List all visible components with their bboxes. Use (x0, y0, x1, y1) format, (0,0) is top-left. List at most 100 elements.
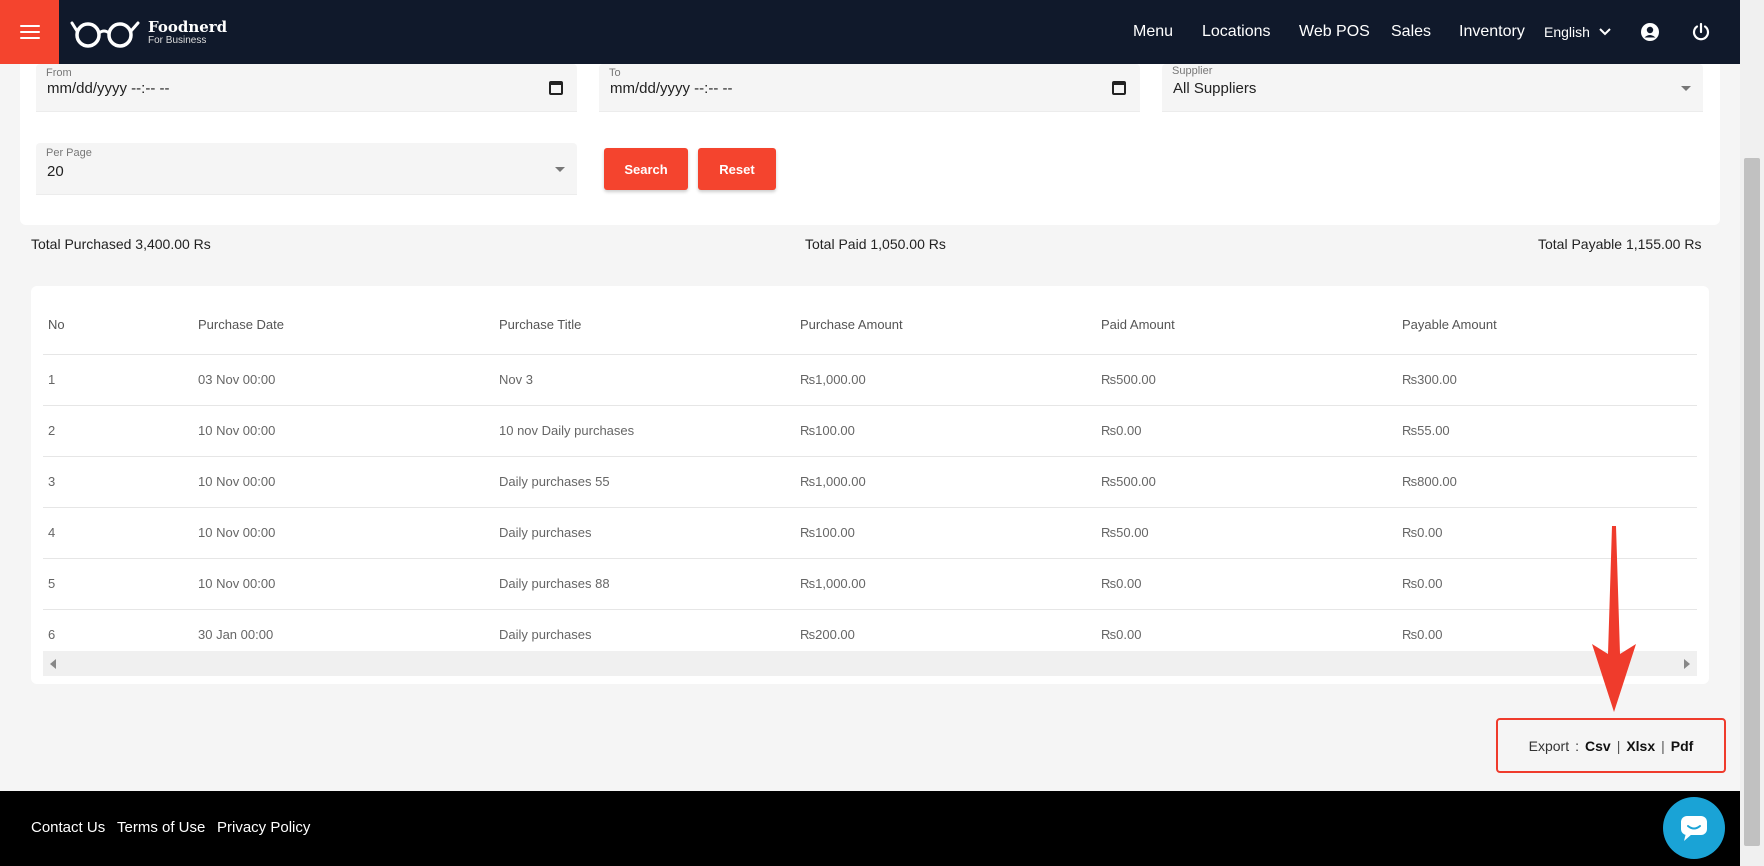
col-paid-amount: Paid Amount (1096, 296, 1397, 355)
table-header-row: No Purchase Date Purchase Title Purchase… (43, 296, 1697, 355)
logout-button[interactable] (1689, 20, 1713, 44)
per-page-value: 20 (47, 163, 64, 180)
export-separator: | (1616, 737, 1621, 754)
cell-purchase-amount: ₨1,000.00 (795, 456, 1096, 508)
nav-web-pos[interactable]: Web POS (1299, 23, 1370, 41)
scrollbar-thumb[interactable] (1744, 158, 1760, 846)
export-bar: Export : Csv | Xlsx | Pdf (1496, 718, 1726, 773)
export-label: Export (1528, 737, 1570, 754)
to-date-field[interactable]: To mm/dd/yyyy --:-- -- (599, 64, 1140, 112)
language-selector[interactable]: English (1544, 0, 1612, 64)
cell-no: 1 (43, 354, 193, 406)
cell-purchase-amount: ₨1,000.00 (795, 558, 1096, 610)
from-value: mm/dd/yyyy --:-- -- (47, 80, 170, 97)
footer-contact-link[interactable]: Contact Us (31, 819, 105, 836)
export-colon: : (1575, 737, 1579, 754)
table-row: 2 10 Nov 00:00 10 nov Daily purchases ₨1… (43, 405, 1697, 457)
supplier-label: Supplier (1172, 65, 1213, 77)
logo-name: Foodnerd (148, 18, 228, 36)
language-label: English (1544, 24, 1590, 40)
scroll-left-icon[interactable] (50, 659, 56, 669)
cell-paid-amount: ₨0.00 (1096, 558, 1397, 610)
cell-date: 10 Nov 00:00 (193, 558, 494, 610)
cell-date: 10 Nov 00:00 (193, 507, 494, 559)
cell-paid-amount: ₨50.00 (1096, 507, 1397, 559)
brand-logo[interactable]: Foodnerd For Business (70, 18, 227, 48)
cell-purchase-amount: ₨100.00 (795, 507, 1096, 559)
nav-locations[interactable]: Locations (1202, 23, 1271, 41)
cell-title: Nov 3 (494, 354, 795, 406)
cell-payable-amount: ₨55.00 (1397, 405, 1697, 457)
footer-privacy-link[interactable]: Privacy Policy (217, 819, 310, 836)
table-row: 4 10 Nov 00:00 Daily purchases ₨100.00 ₨… (43, 507, 1697, 559)
total-payable: Total Payable 1,155.00 Rs (1538, 236, 1702, 252)
footer: Contact Us Terms of Use Privacy Policy (0, 791, 1740, 866)
from-label: From (46, 67, 72, 79)
cell-no: 4 (43, 507, 193, 559)
cell-paid-amount: ₨500.00 (1096, 354, 1397, 406)
from-date-field[interactable]: From mm/dd/yyyy --:-- -- (36, 64, 577, 112)
horizontal-scrollbar[interactable] (43, 651, 1697, 676)
logo-subtitle: For Business (148, 35, 207, 46)
per-page-label: Per Page (46, 147, 92, 159)
cell-purchase-amount: ₨100.00 (795, 405, 1096, 457)
footer-terms-link[interactable]: Terms of Use (117, 819, 205, 836)
cell-title: Daily purchases (494, 507, 795, 559)
col-no: No (43, 296, 193, 355)
hamburger-menu-button[interactable] (0, 0, 59, 64)
caret-down-icon (555, 167, 565, 172)
cell-title: 10 nov Daily purchases (494, 405, 795, 457)
chat-bubble-icon (1681, 816, 1707, 841)
table-row: 3 10 Nov 00:00 Daily purchases 55 ₨1,000… (43, 456, 1697, 508)
cell-no: 3 (43, 456, 193, 508)
total-paid: Total Paid 1,050.00 Rs (805, 236, 946, 252)
cell-no: 5 (43, 558, 193, 610)
total-purchased: Total Purchased 3,400.00 Rs (31, 236, 211, 252)
top-navbar: Foodnerd For Business Menu Locations Web… (0, 0, 1764, 64)
to-value: mm/dd/yyyy --:-- -- (610, 80, 733, 97)
chat-button[interactable] (1663, 797, 1725, 859)
purchases-table-card: No Purchase Date Purchase Title Purchase… (31, 286, 1709, 684)
filter-card: From mm/dd/yyyy --:-- -- To mm/dd/yyyy -… (20, 64, 1720, 225)
nav-sales[interactable]: Sales (1391, 23, 1431, 41)
cell-payable-amount: ₨800.00 (1397, 456, 1697, 508)
glasses-icon (70, 21, 140, 48)
col-purchase-title: Purchase Title (494, 296, 795, 355)
cell-title: Daily purchases 55 (494, 456, 795, 508)
col-purchase-amount: Purchase Amount (795, 296, 1096, 355)
account-button[interactable] (1638, 20, 1662, 44)
purchases-table: No Purchase Date Purchase Title Purchase… (43, 296, 1697, 660)
table-row: 5 10 Nov 00:00 Daily purchases 88 ₨1,000… (43, 558, 1697, 610)
per-page-select[interactable]: Per Page 20 (36, 143, 577, 195)
col-payable-amount: Payable Amount (1397, 296, 1697, 355)
reset-button[interactable]: Reset (698, 148, 776, 190)
calendar-icon[interactable] (549, 81, 563, 95)
account-circle-icon (1641, 23, 1659, 41)
supplier-value: All Suppliers (1173, 80, 1257, 97)
supplier-select[interactable]: Supplier All Suppliers (1162, 64, 1703, 112)
cell-date: 10 Nov 00:00 (193, 405, 494, 457)
cell-payable-amount: ₨0.00 (1397, 558, 1697, 610)
export-pdf-link[interactable]: Pdf (1671, 738, 1694, 754)
cell-purchase-amount: ₨1,000.00 (795, 354, 1096, 406)
cell-paid-amount: ₨0.00 (1096, 405, 1397, 457)
cell-payable-amount: ₨300.00 (1397, 354, 1697, 406)
to-label: To (609, 67, 621, 79)
nav-menu[interactable]: Menu (1133, 23, 1173, 41)
export-csv-link[interactable]: Csv (1585, 738, 1611, 754)
hamburger-icon (19, 25, 40, 39)
power-icon (1692, 22, 1710, 41)
export-xlsx-link[interactable]: Xlsx (1626, 738, 1655, 754)
caret-down-icon (1681, 86, 1691, 91)
export-separator: | (1661, 737, 1665, 754)
scroll-right-icon[interactable] (1684, 659, 1690, 669)
search-button[interactable]: Search (604, 148, 688, 190)
cell-date: 10 Nov 00:00 (193, 456, 494, 508)
cell-paid-amount: ₨500.00 (1096, 456, 1397, 508)
cell-date: 03 Nov 00:00 (193, 354, 494, 406)
calendar-icon[interactable] (1112, 81, 1126, 95)
vertical-scrollbar[interactable] (1740, 0, 1764, 866)
chevron-down-icon (1599, 28, 1611, 36)
cell-title: Daily purchases 88 (494, 558, 795, 610)
nav-inventory[interactable]: Inventory (1459, 23, 1525, 41)
